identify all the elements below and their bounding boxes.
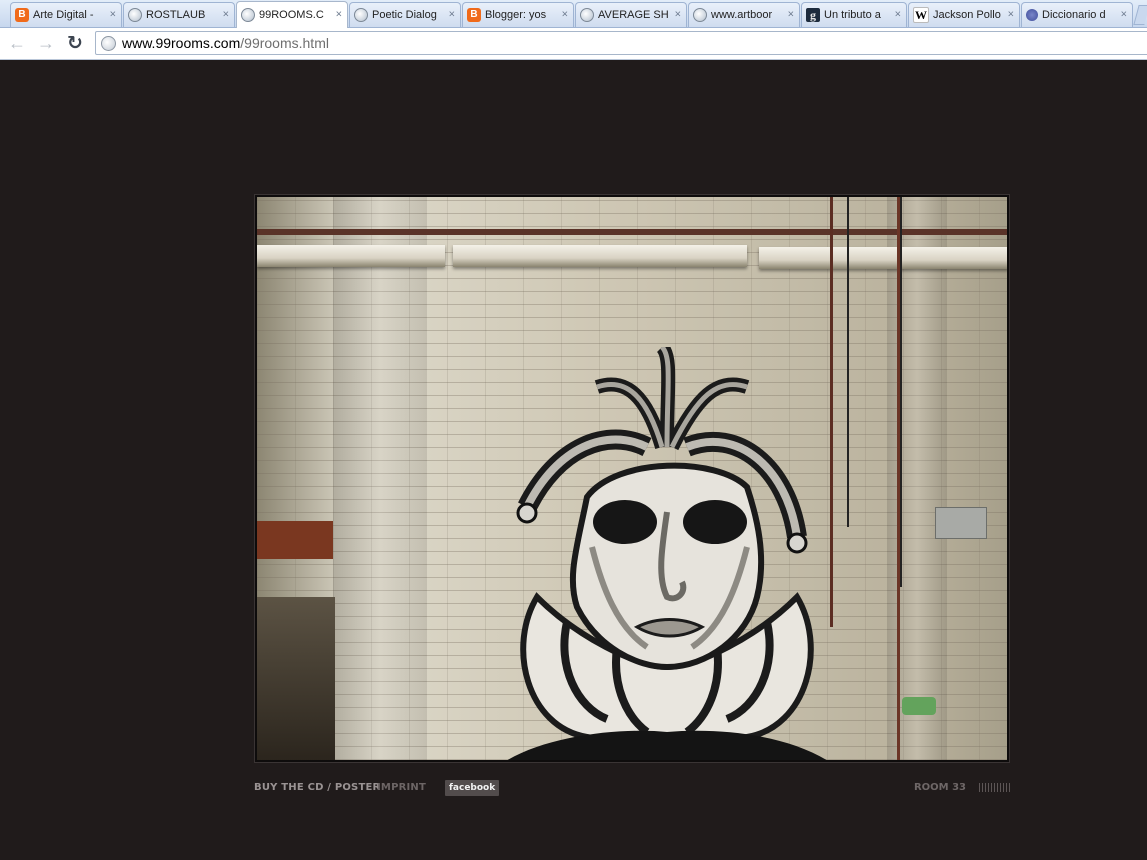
close-icon[interactable]: × xyxy=(110,9,116,21)
imprint-link[interactable]: IMPRINT xyxy=(377,782,426,793)
address-url[interactable]: www.99rooms.com/99rooms.html xyxy=(122,35,329,51)
reload-icon[interactable]: ↻ xyxy=(64,32,86,54)
forward-arrow-icon[interactable]: → xyxy=(35,32,57,54)
new-tab-button[interactable] xyxy=(1133,5,1147,25)
tab-label: Poetic Dialog xyxy=(372,9,437,21)
browser-toolbar: ← → ↻ www.99rooms.com/99rooms.html xyxy=(0,28,1147,60)
globe-icon xyxy=(354,8,368,22)
close-icon[interactable]: × xyxy=(895,9,901,21)
blogger-icon: B xyxy=(15,8,29,22)
close-icon[interactable]: × xyxy=(449,9,455,21)
room-navigation-ticks[interactable] xyxy=(979,783,1010,792)
tab-label: AVERAGE SH xyxy=(598,9,668,21)
url-host: www.99rooms.com xyxy=(122,35,241,51)
tab-label: Blogger: yos xyxy=(485,9,547,21)
tab-poetic-dialog[interactable]: Poetic Dialog × xyxy=(349,2,461,27)
tab-99rooms[interactable]: 99ROOMS.C × xyxy=(236,1,348,28)
brick-pillar xyxy=(333,197,427,760)
tab-rostlaub[interactable]: ROSTLAUB × xyxy=(123,2,235,27)
cable xyxy=(847,197,849,527)
cable xyxy=(900,197,902,587)
tab-label: 99ROOMS.C xyxy=(259,9,324,21)
tab-arte-digital[interactable]: B Arte Digital - × xyxy=(10,2,122,27)
globe-icon xyxy=(241,8,255,22)
goodreads-icon: g xyxy=(806,8,820,22)
tab-label: Jackson Pollo xyxy=(933,9,1001,21)
green-bag xyxy=(902,697,936,715)
globe-icon xyxy=(580,8,594,22)
close-icon[interactable]: × xyxy=(223,9,229,21)
room-photo[interactable] xyxy=(257,197,1007,760)
globe-icon xyxy=(693,8,707,22)
overhead-pipe xyxy=(257,229,1007,235)
globe-icon xyxy=(128,8,142,22)
close-icon[interactable]: × xyxy=(675,9,681,21)
doorway xyxy=(257,597,335,760)
page-content: BUY THE CD / POSTER IMPRINT facebook ROO… xyxy=(0,60,1147,860)
close-icon[interactable]: × xyxy=(562,9,568,21)
address-bar[interactable]: www.99rooms.com/99rooms.html xyxy=(95,31,1147,55)
room-photo-frame xyxy=(254,194,1010,763)
facebook-button[interactable]: facebook xyxy=(445,780,500,796)
buy-cd-poster-link[interactable]: BUY THE CD / POSTER xyxy=(254,782,380,793)
close-icon[interactable]: × xyxy=(1008,9,1014,21)
tab-label: www.artboor xyxy=(711,9,773,21)
close-icon[interactable]: × xyxy=(788,9,794,21)
close-icon[interactable]: × xyxy=(336,9,342,21)
page-globe-icon xyxy=(101,35,116,51)
blogger-icon: B xyxy=(467,8,481,22)
tab-blogger[interactable]: B Blogger: yos × xyxy=(462,2,574,27)
tab-label: Un tributo a xyxy=(824,9,881,21)
tab-label: Diccionario d xyxy=(1042,9,1106,21)
tab-label: ROSTLAUB xyxy=(146,9,206,21)
light-beam xyxy=(453,245,747,267)
back-arrow-icon[interactable]: ← xyxy=(6,32,28,54)
close-icon[interactable]: × xyxy=(1121,9,1127,21)
room-number: ROOM 33 xyxy=(913,782,966,793)
tab-average-sh[interactable]: AVERAGE SH × xyxy=(575,2,687,27)
tab-jackson-pollock[interactable]: W Jackson Pollo × xyxy=(908,2,1020,27)
facebook-label: facebook xyxy=(449,783,496,793)
tab-strip: B Arte Digital - × ROSTLAUB × 99ROOMS.C … xyxy=(0,0,1147,28)
tab-diccionario[interactable]: Diccionario d × xyxy=(1021,2,1133,27)
tab-artboom[interactable]: www.artboor × xyxy=(688,2,800,27)
wall-plate xyxy=(935,507,987,539)
tab-un-tributo[interactable]: g Un tributo a × xyxy=(801,2,907,27)
light-beam xyxy=(759,247,1007,269)
wikipedia-icon: W xyxy=(913,7,929,23)
brick-pillar xyxy=(887,197,947,760)
url-path: /99rooms.html xyxy=(240,35,329,51)
rust-panel xyxy=(257,521,333,559)
tab-label: Arte Digital - xyxy=(33,9,94,21)
light-beam xyxy=(257,245,445,267)
jester-mural xyxy=(507,347,827,760)
seal-icon xyxy=(1026,9,1038,21)
